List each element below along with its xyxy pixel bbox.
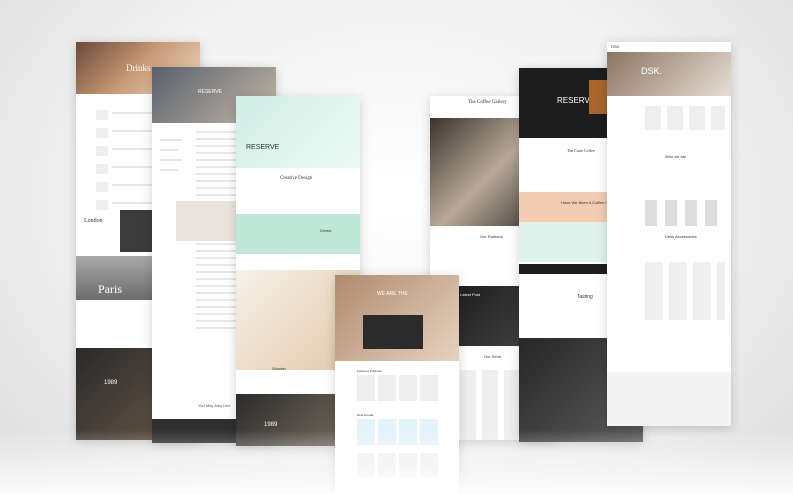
accessories-grid (645, 262, 725, 320)
section-new: New Arrivals (357, 413, 374, 417)
hero-title: Drinks (126, 63, 151, 73)
box-title: Wonder (272, 366, 286, 371)
page-title: The Coffee Gallery (468, 100, 507, 105)
floor-reflection (0, 430, 793, 494)
city-title-london: London (84, 218, 103, 224)
tasting-title: Tasting (577, 294, 593, 300)
section-title: Who we are (665, 154, 687, 159)
featured-grid (357, 375, 439, 401)
sub-title: Desk Accessories (665, 234, 697, 239)
product-row (645, 106, 725, 130)
latest-post-tag: Latest Post (460, 292, 481, 297)
brand-small: DSK. (611, 44, 621, 49)
section-featured: Featured Products (357, 369, 382, 373)
brand: RESERVE (246, 144, 280, 151)
laptop (363, 315, 423, 349)
footer (607, 372, 731, 426)
city-title-paris: Paris (98, 282, 122, 296)
page-mockup-dsk: DSK. DSK. Who we are Desk Accessories (607, 42, 731, 426)
date-badge: 1989 (264, 422, 278, 428)
partners-heading: Our Partners (480, 234, 503, 239)
store-heading: Our Store (484, 354, 502, 359)
chairs (645, 200, 725, 226)
hero-title: WE ARE THE (377, 291, 408, 297)
brand: RESERVE (198, 89, 222, 95)
hero-image (607, 52, 731, 96)
date-badge-1: 1989 (104, 380, 118, 386)
brand: DSK. (641, 66, 663, 76)
mug-title: Drinks (320, 228, 332, 233)
mug-section (236, 214, 360, 254)
section-title: The Crate Coffee (567, 148, 595, 153)
article-image (176, 201, 238, 241)
hero-image (236, 96, 360, 168)
related-title: You May Also Like (198, 403, 231, 408)
hero-subtitle: Creative Design (280, 176, 313, 181)
